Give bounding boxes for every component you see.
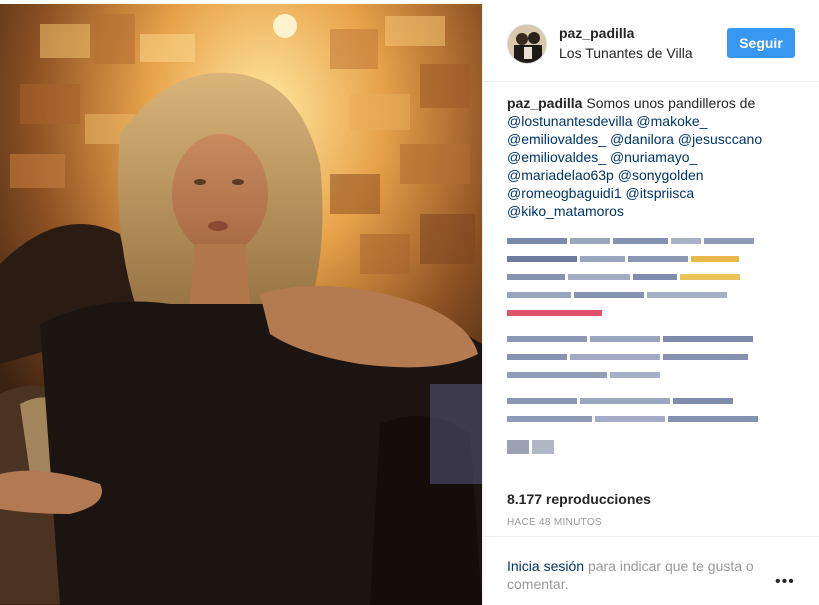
obscured-comment-line [507,232,797,250]
login-prompt: Inicia sesión para indicar que te gusta … [507,557,767,593]
mention-link[interactable]: @nuriamayo_ [610,149,697,165]
mention-link[interactable]: @lostunantesdevilla [507,113,633,129]
post-video[interactable] [0,4,482,605]
mention-link[interactable]: @makoke_ [636,113,707,129]
mention-link[interactable]: @romeogbaguidi1 [507,185,622,201]
obscured-comments [507,232,797,456]
caption-author-link[interactable]: paz_padilla [507,95,582,111]
obscured-comment-line [507,348,797,366]
mention-link[interactable]: @mariadelao63p [507,167,614,183]
post-footer: Inicia sesión para indicar que te gusta … [483,536,819,605]
avatar-image [508,25,546,63]
mention-link[interactable]: @itspriisca [626,185,695,201]
obscured-comment-line [507,268,797,286]
obscured-comment-line [507,250,797,268]
post-timestamp: HACE 48 MINUTOS [507,517,602,528]
mention-link[interactable]: @kiko_matamoros [507,203,624,219]
mention-link[interactable]: @danilora [610,131,674,147]
post-header: paz_padilla Los Tunantes de Villa Seguir [483,4,819,82]
post-side-panel: paz_padilla Los Tunantes de Villa Seguir… [482,4,819,605]
obscured-comment-line [507,438,797,456]
caption: paz_padilla Somos unos pandilleros de @l… [507,94,797,220]
mention-link[interactable]: @jesusccano [678,131,762,147]
caption-text: Somos unos pandilleros de [586,95,756,111]
view-count: 8.177 reproducciones [507,491,651,507]
instagram-post-window: paz_padilla Los Tunantes de Villa Seguir… [0,0,819,605]
video-frame-image [0,4,482,605]
login-link[interactable]: Inicia sesión [507,558,584,574]
more-options-icon[interactable]: ••• [775,574,795,590]
avatar[interactable] [507,24,547,64]
obscured-comment-line [507,304,797,322]
obscured-comment-line [507,286,797,304]
location-link[interactable]: Los Tunantes de Villa [559,45,693,61]
obscured-comment-line [507,330,797,348]
obscured-comment-line [507,366,797,384]
mention-link[interactable]: @emiliovaldes_ [507,131,606,147]
obscured-comment-line [507,410,797,428]
obscured-comment-line [507,392,797,410]
username-link[interactable]: paz_padilla [559,25,634,41]
mention-link[interactable]: @sonygolden [618,167,704,183]
follow-button[interactable]: Seguir [727,28,795,58]
comments-list: paz_padilla Somos unos pandilleros de @l… [507,94,797,456]
mention-link[interactable]: @emiliovaldes_ [507,149,606,165]
